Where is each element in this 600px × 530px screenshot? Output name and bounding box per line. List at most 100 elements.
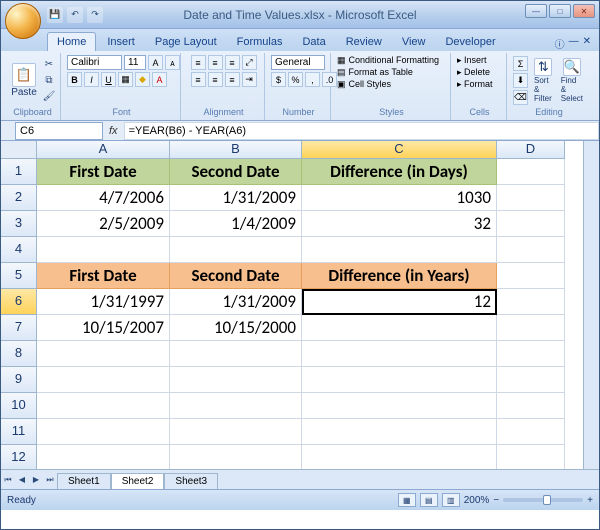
cell-B9[interactable] [170, 367, 302, 393]
fill-color-icon[interactable]: ◆ [135, 72, 150, 87]
cell-A1[interactable]: First Date [37, 159, 170, 185]
cell-D5[interactable] [497, 263, 565, 289]
row-header-4[interactable]: 4 [1, 237, 37, 263]
sheet-tab-sheet2[interactable]: Sheet2 [111, 473, 165, 489]
cell-B12[interactable] [170, 445, 302, 469]
font-size-select[interactable]: 11 [124, 55, 146, 70]
cell-B3[interactable]: 1/4/2009 [170, 211, 302, 237]
maximize-button[interactable]: □ [549, 4, 571, 18]
insert-cells-button[interactable]: ▸ Insert [457, 55, 487, 66]
row-header-2[interactable]: 2 [1, 185, 37, 211]
comma-icon[interactable]: , [305, 72, 320, 87]
format-cells-button[interactable]: ▸ Format [457, 79, 493, 90]
col-header-C[interactable]: C [302, 141, 497, 159]
tab-page-layout[interactable]: Page Layout [146, 33, 226, 51]
cell-B1[interactable]: Second Date [170, 159, 302, 185]
cell-D11[interactable] [497, 419, 565, 445]
cell-D7[interactable] [497, 315, 565, 341]
underline-button[interactable]: U [101, 72, 116, 87]
grow-font-icon[interactable]: A [148, 55, 163, 70]
page-layout-view-icon[interactable]: ▤ [420, 493, 438, 507]
cell-C3[interactable]: 32 [302, 211, 497, 237]
cut-icon[interactable]: ✂ [42, 58, 56, 72]
row-header-6[interactable]: 6 [1, 289, 37, 315]
cell-D3[interactable] [497, 211, 565, 237]
cell-A9[interactable] [37, 367, 170, 393]
row-header-12[interactable]: 12 [1, 445, 37, 469]
cell-B10[interactable] [170, 393, 302, 419]
cell-C4[interactable] [302, 237, 497, 263]
close-button[interactable]: ✕ [573, 4, 595, 18]
grid[interactable]: A B C D 1First DateSecond DateDifference… [1, 141, 583, 469]
office-button[interactable] [5, 3, 41, 39]
copy-icon[interactable]: ⧉ [42, 74, 56, 88]
fill-icon[interactable]: ⬇ [513, 73, 528, 88]
cell-D8[interactable] [497, 341, 565, 367]
align-center-icon[interactable]: ≡ [208, 72, 223, 87]
cell-D12[interactable] [497, 445, 565, 469]
conditional-formatting-button[interactable]: ▦Conditional Formatting [337, 55, 439, 66]
bold-button[interactable]: B [67, 72, 82, 87]
close-ribbon-icon[interactable]: ✕ [583, 36, 591, 51]
cell-B5[interactable]: Second Date [170, 263, 302, 289]
sort-filter-button[interactable]: ⇅Sort & Filter [532, 56, 555, 105]
cell-C7[interactable] [302, 315, 497, 341]
zoom-in-icon[interactable]: + [587, 495, 593, 506]
cell-B8[interactable] [170, 341, 302, 367]
number-format-select[interactable]: General [271, 55, 325, 70]
autosum-icon[interactable]: Σ [513, 56, 528, 71]
help-icon[interactable]: ⓘ [555, 36, 565, 51]
shrink-font-icon[interactable]: ᴀ [165, 55, 180, 70]
cell-C12[interactable] [302, 445, 497, 469]
clear-icon[interactable]: ⌫ [513, 90, 528, 105]
tab-last-icon[interactable]: ⏭ [43, 470, 57, 489]
row-header-11[interactable]: 11 [1, 419, 37, 445]
align-right-icon[interactable]: ≡ [225, 72, 240, 87]
col-header-B[interactable]: B [170, 141, 302, 159]
row-header-5[interactable]: 5 [1, 263, 37, 289]
find-select-button[interactable]: 🔍Find & Select [559, 56, 585, 105]
font-name-select[interactable]: Calibri [67, 55, 122, 70]
indent-icon[interactable]: ⇥ [242, 72, 257, 87]
row-header-7[interactable]: 7 [1, 315, 37, 341]
cell-styles-button[interactable]: ▣Cell Styles [337, 79, 391, 90]
cell-A7[interactable]: 10/15/2007 [37, 315, 170, 341]
row-header-8[interactable]: 8 [1, 341, 37, 367]
cell-A3[interactable]: 2/5/2009 [37, 211, 170, 237]
cell-C2[interactable]: 1030 [302, 185, 497, 211]
tab-formulas[interactable]: Formulas [228, 33, 292, 51]
col-header-A[interactable]: A [37, 141, 170, 159]
cell-D1[interactable] [497, 159, 565, 185]
align-top-icon[interactable]: ≡ [191, 55, 206, 70]
cell-D2[interactable] [497, 185, 565, 211]
cell-C5[interactable]: Difference (in Years) [302, 263, 497, 289]
cell-A10[interactable] [37, 393, 170, 419]
cell-A11[interactable] [37, 419, 170, 445]
normal-view-icon[interactable]: ▦ [398, 493, 416, 507]
col-header-D[interactable]: D [497, 141, 565, 159]
cell-A12[interactable] [37, 445, 170, 469]
format-as-table-button[interactable]: ▤Format as Table [337, 67, 413, 78]
tab-first-icon[interactable]: ⏮ [1, 470, 15, 489]
row-header-9[interactable]: 9 [1, 367, 37, 393]
row-header-10[interactable]: 10 [1, 393, 37, 419]
sheet-tab-sheet1[interactable]: Sheet1 [57, 473, 111, 489]
tab-developer[interactable]: Developer [436, 33, 504, 51]
name-box[interactable]: C6 [15, 122, 103, 140]
cell-B11[interactable] [170, 419, 302, 445]
vertical-scrollbar[interactable] [583, 141, 599, 469]
border-icon[interactable]: ▦ [118, 72, 133, 87]
zoom-slider[interactable] [503, 498, 583, 502]
cell-C11[interactable] [302, 419, 497, 445]
tab-next-icon[interactable]: ▶ [29, 470, 43, 489]
row-header-1[interactable]: 1 [1, 159, 37, 185]
cell-A8[interactable] [37, 341, 170, 367]
fx-icon[interactable]: fx [109, 125, 118, 137]
tab-home[interactable]: Home [47, 32, 96, 51]
cell-D6[interactable] [497, 289, 565, 315]
cell-B2[interactable]: 1/31/2009 [170, 185, 302, 211]
minimize-button[interactable]: — [525, 4, 547, 18]
cell-A5[interactable]: First Date [37, 263, 170, 289]
cell-B7[interactable]: 10/15/2000 [170, 315, 302, 341]
page-break-view-icon[interactable]: ▥ [442, 493, 460, 507]
